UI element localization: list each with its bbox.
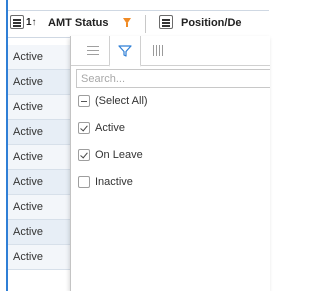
- checkbox-checked[interactable]: [78, 122, 90, 134]
- column-filter-panel: (Select All) Active On Leave Inactive: [70, 36, 270, 291]
- table-row[interactable]: Active: [8, 170, 70, 195]
- checkbox-unchecked[interactable]: [78, 176, 90, 188]
- position-column-menu-button[interactable]: [159, 15, 173, 29]
- table-row[interactable]: Active: [8, 145, 70, 170]
- tab-filter[interactable]: [109, 36, 141, 67]
- funnel-icon: [118, 45, 132, 57]
- table-row[interactable]: Active: [8, 245, 70, 270]
- sort-indicator[interactable]: 1↑: [26, 17, 37, 28]
- checkbox-indeterminate[interactable]: [78, 95, 90, 107]
- table-row[interactable]: Active: [8, 195, 70, 220]
- column-header-position[interactable]: Position/De: [181, 17, 242, 29]
- column-menu-button[interactable]: [10, 15, 24, 29]
- table-row[interactable]: Active: [8, 95, 70, 120]
- table-row[interactable]: Active: [8, 45, 70, 70]
- filter-search-input[interactable]: [76, 69, 270, 88]
- filter-option-label: Inactive: [95, 176, 133, 188]
- tab-general[interactable]: [79, 36, 109, 65]
- column-separator[interactable]: [145, 15, 146, 33]
- grid-header: 1↑ AMT Status Position/De: [8, 10, 269, 38]
- filter-option-label: Active: [95, 122, 125, 134]
- filter-panel-tabs: [71, 36, 270, 67]
- checkbox-checked[interactable]: [78, 149, 90, 161]
- table-row[interactable]: Active: [8, 120, 70, 145]
- filter-option-label: On Leave: [95, 149, 143, 161]
- grid-rows: Active Active Active Active Active Activ…: [8, 45, 70, 270]
- column-header-amt-status[interactable]: AMT Status: [48, 17, 109, 29]
- filter-option-label: (Select All): [95, 95, 148, 107]
- tab-columns[interactable]: [143, 36, 173, 65]
- table-row[interactable]: Active: [8, 70, 70, 95]
- table-row[interactable]: Active: [8, 220, 70, 245]
- filter-active-icon[interactable]: [123, 18, 131, 27]
